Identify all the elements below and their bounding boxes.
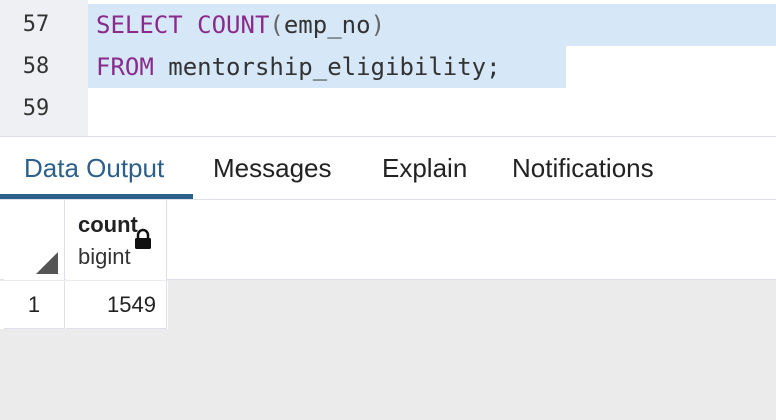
table-cell[interactable]: 1549: [66, 281, 167, 329]
line-number: 58: [22, 54, 50, 79]
paren-close: ): [370, 11, 386, 39]
code-line[interactable]: 58 FROM mentorship_eligibility;: [0, 46, 776, 88]
identifier: mentorship_eligibility;: [168, 53, 501, 81]
code-text[interactable]: SELECT COUNT(emp_no): [96, 4, 385, 46]
tab-notifications[interactable]: Notifications: [512, 137, 654, 200]
code-line[interactable]: 57 SELECT COUNT(emp_no): [0, 4, 776, 46]
paren-open: (: [269, 11, 284, 39]
table-row[interactable]: 1 1549: [0, 281, 168, 329]
column-header-count[interactable]: count bigint: [66, 200, 167, 280]
sql-keyword: FROM: [96, 53, 154, 81]
sql-function: COUNT: [197, 11, 270, 39]
line-number: 57: [22, 12, 50, 37]
line-number: 59: [22, 96, 50, 121]
grid-header-row: count bigint: [0, 200, 776, 280]
sql-keyword: SELECT: [96, 11, 183, 39]
column-type: bigint: [78, 244, 131, 269]
column-name: count: [78, 212, 138, 237]
active-tab-indicator: [0, 194, 193, 199]
sql-editor[interactable]: 57 SELECT COUNT(emp_no) 58 FROM mentorsh…: [0, 0, 776, 136]
lock-icon: [135, 228, 151, 249]
identifier: emp_no: [283, 11, 371, 39]
tab-data-output[interactable]: Data Output: [24, 137, 164, 200]
code-text[interactable]: FROM mentorship_eligibility;: [96, 46, 501, 88]
select-all-icon: [36, 252, 58, 274]
tab-explain[interactable]: Explain: [382, 137, 467, 200]
row-number[interactable]: 1: [4, 281, 65, 329]
data-grid: count bigint 1 1549: [0, 200, 776, 420]
select-all-corner[interactable]: [4, 200, 65, 280]
code-line[interactable]: 59: [0, 88, 776, 130]
output-tab-bar: Data Output Messages Explain Notificatio…: [0, 136, 776, 200]
tab-messages[interactable]: Messages: [213, 137, 332, 200]
